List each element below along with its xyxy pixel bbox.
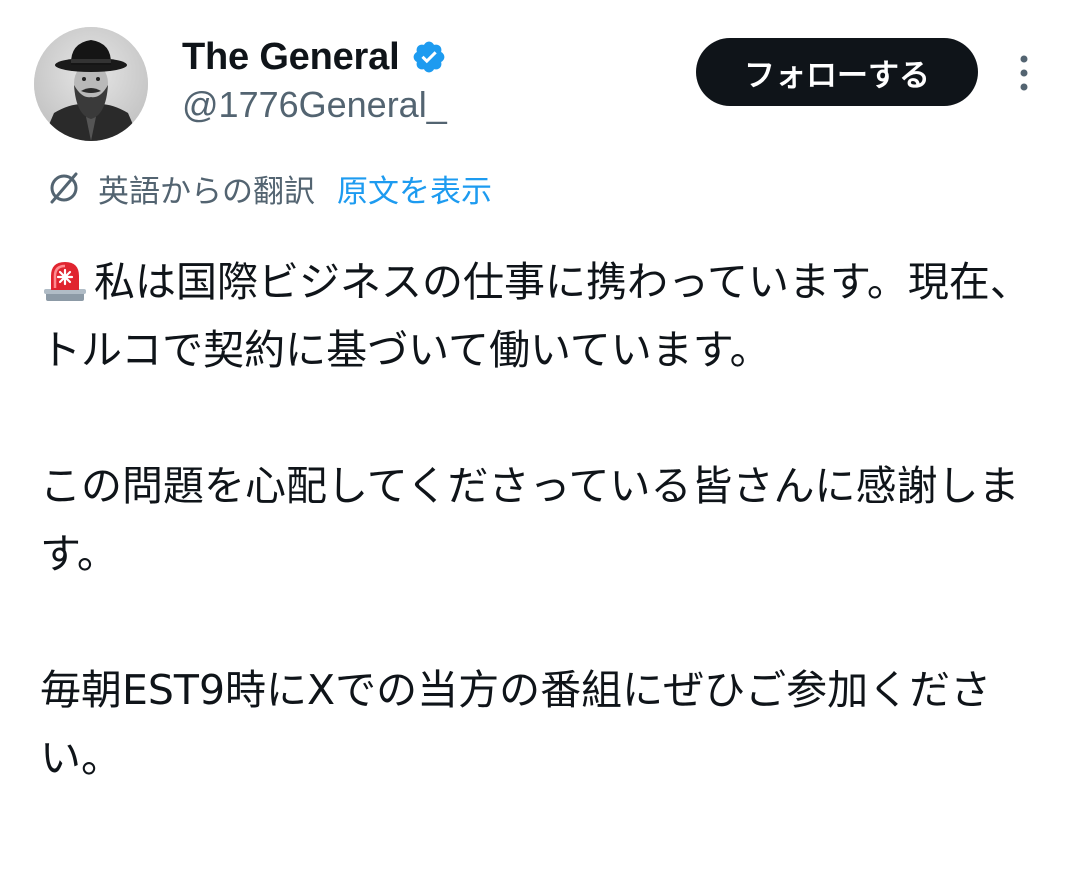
follow-button[interactable]: フォローする bbox=[696, 38, 978, 106]
display-name[interactable]: The General bbox=[182, 36, 400, 79]
tweet-text: 私は国際ビジネスの仕事に携わっています。現在、トルコで契約に基づいて働いています… bbox=[40, 248, 1050, 792]
tweet-paragraph-1-text: 私は国際ビジネスの仕事に携わっています。現在、トルコで契約に基づいて働いています… bbox=[40, 258, 1031, 374]
verified-badge-icon[interactable] bbox=[411, 39, 447, 75]
siren-icon bbox=[40, 254, 90, 304]
tweet-paragraph: この問題を心配してくださっている皆さんに感謝します。 bbox=[40, 462, 1020, 578]
tweet-paragraph: 毎朝EST9時にXでの当方の番組にぜひご参加ください。 bbox=[40, 666, 992, 782]
more-options-button[interactable] bbox=[1004, 48, 1044, 98]
tweet-header: The General @1776General_ フォローする bbox=[0, 0, 1080, 160]
avatar-portrait bbox=[34, 27, 148, 141]
translation-notice: 英語からの翻訳 原文を表示 bbox=[44, 164, 492, 212]
translated-from-label: 英語からの翻訳 bbox=[98, 173, 315, 210]
translate-icon bbox=[44, 168, 84, 208]
more-vertical-icon bbox=[1020, 55, 1028, 91]
user-handle[interactable]: @1776General_ bbox=[182, 84, 447, 126]
display-name-row: The General bbox=[182, 34, 447, 80]
avatar[interactable] bbox=[34, 27, 148, 141]
tweet-paragraph: 私は国際ビジネスの仕事に携わっています。現在、トルコで契約に基づいて働いています… bbox=[40, 248, 1050, 384]
show-original-link[interactable]: 原文を表示 bbox=[337, 166, 492, 211]
